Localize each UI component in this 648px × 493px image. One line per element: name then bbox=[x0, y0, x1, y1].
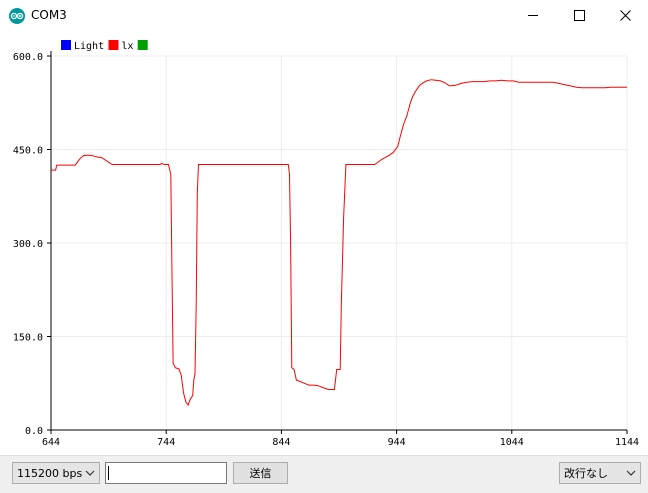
send-input[interactable] bbox=[105, 462, 227, 484]
baud-rate-label: 115200 bps bbox=[17, 466, 83, 480]
close-icon bbox=[619, 10, 631, 21]
baud-rate-select[interactable]: 115200 bps bbox=[12, 462, 100, 484]
y-tick-label: 150.0 bbox=[13, 333, 43, 344]
y-tick-label: 450.0 bbox=[13, 146, 43, 157]
maximize-icon bbox=[573, 10, 585, 21]
legend-label: lx bbox=[122, 41, 134, 52]
series-line-lx bbox=[51, 79, 627, 407]
plot-axes bbox=[50, 51, 627, 431]
y-axis-ticks: 0.0 150.0 300.0 450.0 600.0 bbox=[13, 52, 51, 437]
title-bar: COM3 bbox=[0, 0, 648, 31]
text-caret bbox=[108, 466, 109, 480]
window-title: COM3 bbox=[31, 8, 67, 22]
legend-label: Light bbox=[74, 41, 104, 52]
serial-plotter: 0.0 150.0 300.0 450.0 600.0 644 744 844 944 1044… bbox=[0, 31, 648, 455]
send-button[interactable]: 送信 bbox=[233, 462, 288, 484]
legend-swatch bbox=[137, 40, 148, 50]
minimize-button[interactable] bbox=[510, 0, 556, 31]
line-ending-select[interactable]: 改行なし bbox=[559, 462, 641, 484]
close-button[interactable] bbox=[602, 0, 648, 31]
plot-legend: Light lx bbox=[61, 40, 148, 52]
arduino-icon bbox=[9, 8, 25, 24]
y-tick-label: 600.0 bbox=[13, 52, 43, 63]
x-axis-ticks: 644 744 844 944 1044 1144 bbox=[42, 430, 639, 448]
minimize-icon bbox=[527, 15, 538, 16]
y-tick-label: 300.0 bbox=[13, 239, 43, 250]
line-ending-label: 改行なし bbox=[564, 467, 608, 480]
maximize-button[interactable] bbox=[556, 0, 602, 31]
x-tick-label: 844 bbox=[272, 437, 290, 448]
chevron-down-icon bbox=[85, 470, 95, 476]
plot-canvas: 0.0 150.0 300.0 450.0 600.0 644 744 844 944 1044… bbox=[13, 40, 639, 448]
legend-swatch bbox=[61, 40, 71, 50]
y-tick-label: 0.0 bbox=[25, 426, 43, 437]
x-tick-label: 1044 bbox=[500, 437, 524, 448]
x-tick-label: 944 bbox=[388, 437, 406, 448]
chevron-down-icon bbox=[626, 470, 636, 476]
bottom-toolbar: 115200 bps 送信 改行なし bbox=[0, 455, 648, 493]
x-tick-label: 644 bbox=[42, 437, 60, 448]
plot-series bbox=[51, 79, 627, 407]
plot-grid bbox=[50, 55, 628, 431]
x-tick-label: 744 bbox=[157, 437, 175, 448]
x-tick-label: 1144 bbox=[615, 437, 639, 448]
legend-swatch bbox=[108, 40, 119, 50]
